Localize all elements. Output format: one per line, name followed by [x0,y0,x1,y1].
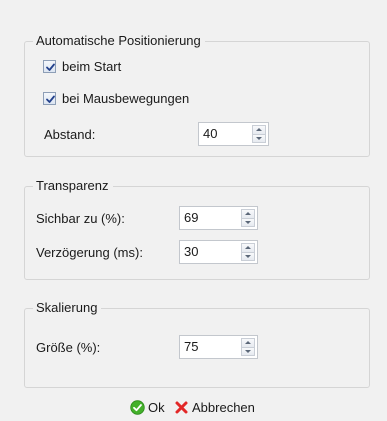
visible-spinner[interactable]: 69 [179,206,258,230]
spin-up-icon[interactable] [241,209,255,219]
ok-label: Ok [148,400,165,415]
on-mouse-move-label: bei Mausbewegungen [62,91,190,106]
spin-down-icon[interactable] [252,134,266,143]
transparency-group: Transparenz Sichbar zu (%): 69 Verzögeru… [24,178,370,280]
spin-up-icon[interactable] [241,243,255,253]
distance-spinner[interactable]: 40 [198,122,269,146]
positioning-group-title: Automatische Positionierung [33,33,205,48]
size-value[interactable]: 75 [184,339,198,355]
scaling-group-title: Skalierung [33,300,102,315]
check-icon [46,63,55,71]
cancel-label: Abbrechen [192,400,255,415]
on-start-checkbox[interactable] [43,60,56,73]
check-icon [46,95,55,103]
spin-down-icon[interactable] [241,347,255,356]
ok-button[interactable]: Ok [130,397,165,419]
delay-label: Verzögerung (ms): [36,245,143,260]
spin-down-icon[interactable] [241,218,255,227]
visible-value[interactable]: 69 [184,210,198,226]
distance-value[interactable]: 40 [203,126,217,142]
spin-down-icon[interactable] [241,252,255,261]
size-spinner[interactable]: 75 [179,335,258,359]
dialog-footer: Ok Abbrechen [0,395,387,421]
cancel-icon [175,401,188,414]
on-start-option[interactable]: beim Start [43,56,121,78]
spin-up-icon[interactable] [241,338,255,348]
on-start-label: beim Start [62,59,122,74]
spin-up-icon[interactable] [252,125,266,135]
positioning-group: Automatische Positionierung beim Start b… [24,33,370,157]
cancel-button[interactable]: Abbrechen [174,397,255,419]
distance-label: Abstand: [44,127,96,142]
on-mouse-move-checkbox[interactable] [43,92,56,105]
scaling-group: Skalierung Größe (%): 75 [24,300,370,388]
visible-label: Sichbar zu (%): [36,211,125,226]
ok-icon [130,400,145,415]
settings-dialog: Automatische Positionierung beim Start b… [0,0,387,421]
size-label: Größe (%): [36,340,101,355]
transparency-group-title: Transparenz [33,178,113,193]
delay-spinner[interactable]: 30 [179,240,258,264]
delay-value[interactable]: 30 [184,244,198,260]
on-mouse-move-option[interactable]: bei Mausbewegungen [43,88,189,110]
